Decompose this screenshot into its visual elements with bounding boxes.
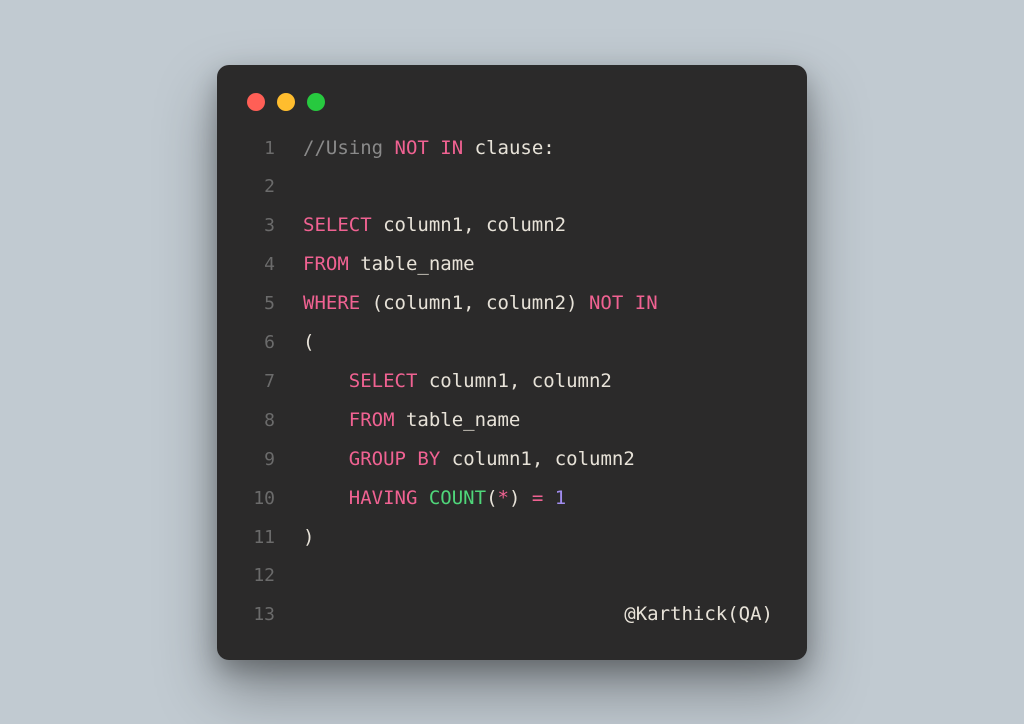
maximize-icon[interactable] bbox=[307, 93, 325, 111]
code-content: SELECT column1, column2 bbox=[275, 206, 777, 244]
code-content: GROUP BY column1, column2 bbox=[275, 440, 777, 478]
code-content: WHERE (column1, column2) NOT IN bbox=[275, 284, 777, 322]
code-line: 7 SELECT column1, column2 bbox=[235, 362, 777, 401]
code-content: SELECT column1, column2 bbox=[275, 362, 777, 400]
line-number: 12 bbox=[235, 557, 275, 595]
code-content: ) bbox=[275, 518, 777, 556]
line-number: 10 bbox=[235, 480, 275, 518]
code-editor: 1 //Using NOT IN clause: 2 3 SELECT colu… bbox=[217, 129, 807, 634]
line-number: 3 bbox=[235, 207, 275, 245]
code-content: ( bbox=[275, 323, 777, 361]
code-line: 10 HAVING COUNT(*) = 1 bbox=[235, 479, 777, 518]
line-number: 11 bbox=[235, 519, 275, 557]
code-content: FROM table_name bbox=[275, 245, 777, 283]
code-line: 2 bbox=[235, 168, 777, 206]
code-line: 8 FROM table_name bbox=[235, 401, 777, 440]
line-number: 6 bbox=[235, 324, 275, 362]
code-line: 13 @Karthick(QA) bbox=[235, 595, 777, 634]
line-number: 9 bbox=[235, 441, 275, 479]
line-number: 7 bbox=[235, 363, 275, 401]
line-number: 8 bbox=[235, 402, 275, 440]
code-line: 6 ( bbox=[235, 323, 777, 362]
code-line: 11 ) bbox=[235, 518, 777, 557]
line-number: 1 bbox=[235, 130, 275, 168]
code-line: 5 WHERE (column1, column2) NOT IN bbox=[235, 284, 777, 323]
author-handle: @Karthick(QA) bbox=[275, 595, 777, 633]
line-number: 2 bbox=[235, 168, 275, 206]
line-number: 4 bbox=[235, 246, 275, 284]
window-titlebar bbox=[217, 65, 807, 129]
code-content: FROM table_name bbox=[275, 401, 777, 439]
code-line: 4 FROM table_name bbox=[235, 245, 777, 284]
code-line: 1 //Using NOT IN clause: bbox=[235, 129, 777, 168]
code-content: HAVING COUNT(*) = 1 bbox=[275, 479, 777, 517]
minimize-icon[interactable] bbox=[277, 93, 295, 111]
code-line: 9 GROUP BY column1, column2 bbox=[235, 440, 777, 479]
close-icon[interactable] bbox=[247, 93, 265, 111]
code-content: //Using NOT IN clause: bbox=[275, 129, 777, 167]
line-number: 13 bbox=[235, 596, 275, 634]
code-line: 12 bbox=[235, 557, 777, 595]
code-window: 1 //Using NOT IN clause: 2 3 SELECT colu… bbox=[217, 65, 807, 660]
line-number: 5 bbox=[235, 285, 275, 323]
code-line: 3 SELECT column1, column2 bbox=[235, 206, 777, 245]
